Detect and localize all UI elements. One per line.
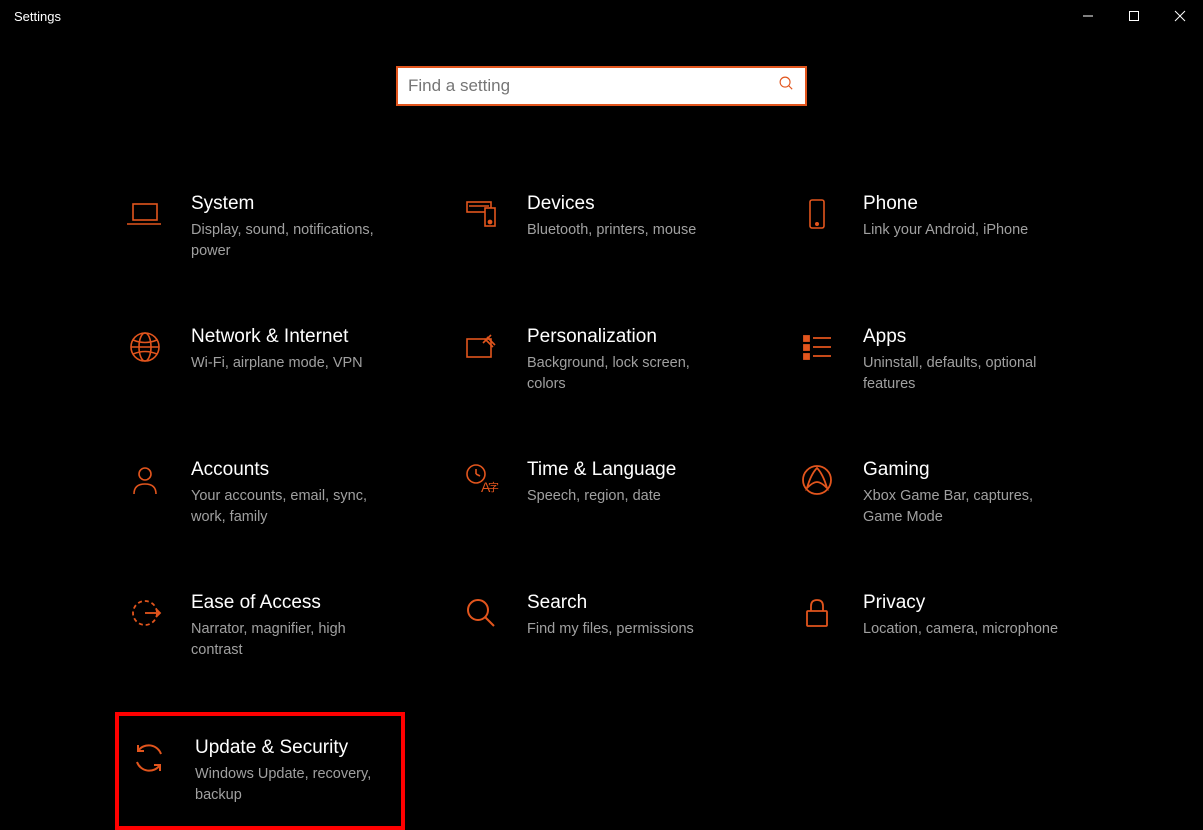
tile-desc: Speech, region, date — [527, 486, 723, 507]
window-title: Settings — [14, 9, 61, 24]
tile-desc: Xbox Game Bar, captures, Game Mode — [863, 486, 1059, 528]
tile-desc: Uninstall, defaults, optional features — [863, 353, 1059, 395]
tile-desc: Display, sound, notifications, power — [191, 220, 387, 262]
svg-text:字: 字 — [488, 480, 499, 494]
tile-title: Search — [527, 591, 723, 615]
tile-network[interactable]: Network & Internet Wi-Fi, airplane mode,… — [115, 313, 405, 408]
phone-icon — [797, 194, 837, 234]
tile-title: Devices — [527, 192, 723, 216]
tile-phone[interactable]: Phone Link your Android, iPhone — [787, 180, 1077, 275]
search-input[interactable] — [408, 68, 778, 104]
tile-title: Time & Language — [527, 458, 723, 482]
tile-title: Apps — [863, 325, 1059, 349]
search-icon — [778, 75, 795, 97]
tile-desc: Your accounts, email, sync, work, family — [191, 486, 387, 528]
globe-icon — [125, 327, 165, 367]
close-icon — [1174, 10, 1186, 22]
titlebar: Settings — [0, 0, 1203, 32]
ease-of-access-icon — [125, 593, 165, 633]
tile-time-language[interactable]: A字 Time & Language Speech, region, date — [451, 446, 741, 541]
maximize-icon — [1128, 10, 1140, 22]
tile-desc: Background, lock screen, colors — [527, 353, 723, 395]
tile-personalization[interactable]: Personalization Background, lock screen,… — [451, 313, 741, 408]
person-icon — [125, 460, 165, 500]
tile-privacy[interactable]: Privacy Location, camera, microphone — [787, 579, 1077, 674]
laptop-icon — [125, 194, 165, 234]
tile-desc: Windows Update, recovery, backup — [195, 764, 383, 806]
tile-apps[interactable]: Apps Uninstall, defaults, optional featu… — [787, 313, 1077, 408]
tile-gaming[interactable]: Gaming Xbox Game Bar, captures, Game Mod… — [787, 446, 1077, 541]
tile-title: Update & Security — [195, 736, 383, 760]
apps-icon — [797, 327, 837, 367]
tile-system[interactable]: System Display, sound, notifications, po… — [115, 180, 405, 275]
tile-title: Privacy — [863, 591, 1059, 615]
tile-ease-of-access[interactable]: Ease of Access Narrator, magnifier, high… — [115, 579, 405, 674]
minimize-button[interactable] — [1065, 0, 1111, 32]
settings-grid: System Display, sound, notifications, po… — [0, 180, 1203, 830]
tile-update-security[interactable]: Update & Security Windows Update, recove… — [115, 712, 405, 830]
update-icon — [129, 738, 169, 778]
tile-desc: Wi-Fi, airplane mode, VPN — [191, 353, 387, 374]
search-category-icon — [461, 593, 501, 633]
time-language-icon: A字 — [461, 460, 501, 500]
tile-title: System — [191, 192, 387, 216]
search-container — [0, 66, 1203, 106]
tile-title: Accounts — [191, 458, 387, 482]
tile-desc: Bluetooth, printers, mouse — [527, 220, 723, 241]
tile-desc: Narrator, magnifier, high contrast — [191, 619, 387, 661]
tile-title: Network & Internet — [191, 325, 387, 349]
close-button[interactable] — [1157, 0, 1203, 32]
tile-search[interactable]: Search Find my files, permissions — [451, 579, 741, 674]
minimize-icon — [1082, 10, 1094, 22]
lock-icon — [797, 593, 837, 633]
tile-title: Personalization — [527, 325, 723, 349]
tile-title: Ease of Access — [191, 591, 387, 615]
search-box[interactable] — [396, 66, 807, 106]
window-controls — [1065, 0, 1203, 32]
tile-accounts[interactable]: Accounts Your accounts, email, sync, wor… — [115, 446, 405, 541]
devices-icon — [461, 194, 501, 234]
tile-title: Phone — [863, 192, 1059, 216]
tile-desc: Link your Android, iPhone — [863, 220, 1059, 241]
gaming-icon — [797, 460, 837, 500]
tile-desc: Location, camera, microphone — [863, 619, 1059, 640]
personalization-icon — [461, 327, 501, 367]
tile-title: Gaming — [863, 458, 1059, 482]
tile-devices[interactable]: Devices Bluetooth, printers, mouse — [451, 180, 741, 275]
maximize-button[interactable] — [1111, 0, 1157, 32]
tile-desc: Find my files, permissions — [527, 619, 723, 640]
